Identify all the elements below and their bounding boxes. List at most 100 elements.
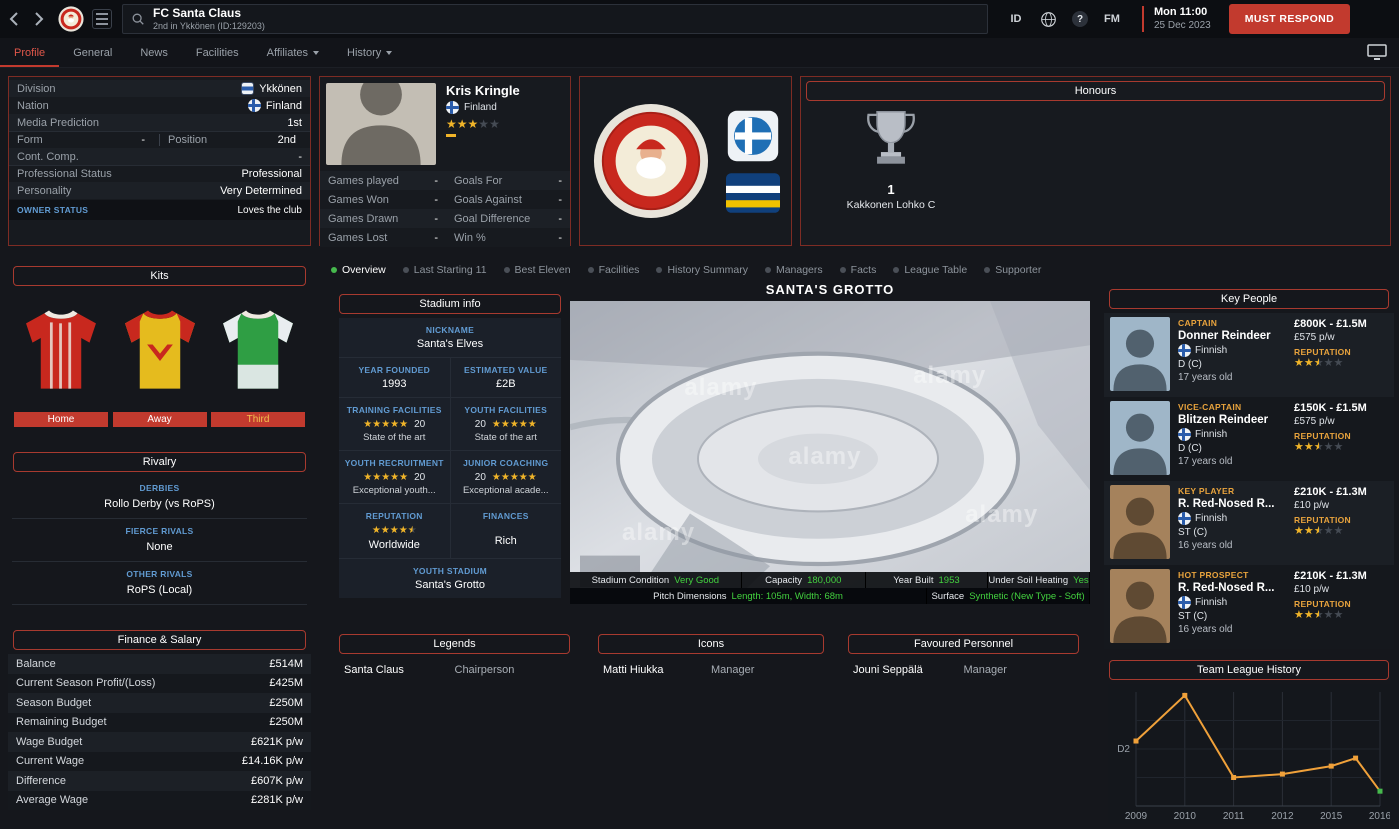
favoured-panel-header[interactable]: Favoured Personnel (848, 634, 1079, 654)
subnav-item[interactable]: Managers (765, 264, 823, 276)
key-person-row[interactable]: KEY PLAYER R. Red-Nosed R... Finnish ST … (1104, 481, 1394, 565)
subnav-item[interactable]: Facts (840, 264, 877, 276)
subnav-item[interactable]: League Table (893, 264, 967, 276)
subnav-item[interactable]: Best Eleven (504, 264, 571, 276)
key-person-wage: £10 p/w (1294, 584, 1388, 595)
personality-row: Personality Very Determined (9, 182, 310, 199)
stadium-info-header[interactable]: Stadium info (339, 294, 561, 314)
tab-general[interactable]: General (59, 38, 126, 67)
home-kit-jersey (15, 298, 107, 402)
subnav-label: Overview (342, 264, 386, 276)
kits-panel-header[interactable]: Kits (13, 266, 306, 286)
key-person-row[interactable]: HOT PROSPECT R. Red-Nosed R... Finnish S… (1104, 565, 1394, 649)
finance-panel-header[interactable]: Finance & Salary (13, 630, 306, 650)
subnav-item[interactable]: Overview (331, 264, 386, 276)
tab-history[interactable]: History (333, 38, 406, 67)
svg-text:D2: D2 (1117, 744, 1130, 755)
facilities-section: TRAINING FACILITIES ★★★★★20 State of the… (339, 398, 561, 451)
tab-general-label: General (73, 47, 112, 59)
tab-affiliates[interactable]: Affiliates (253, 38, 333, 67)
legend-name[interactable]: Santa Claus (344, 664, 455, 676)
finance-value: £250M (269, 716, 303, 728)
forward-button[interactable] (26, 0, 52, 38)
finance-label: Remaining Budget (16, 716, 107, 728)
club-search-box[interactable]: FC Santa Claus 2nd in Ykkönen (ID:129203… (122, 4, 988, 34)
youth-recruitment-stars: ★★★★★ (363, 471, 408, 483)
icon-name[interactable]: Matti Hiukka (603, 664, 711, 676)
subnav-label: Supporter (995, 264, 1041, 276)
subnav-dot-icon (504, 267, 510, 273)
quick-access-menu-icon[interactable] (92, 9, 112, 29)
key-people-header[interactable]: Key People (1109, 289, 1389, 309)
must-respond-button[interactable]: MUST RESPOND (1229, 4, 1350, 34)
finance-value: £621K p/w (251, 736, 303, 748)
tab-facilities[interactable]: Facilities (182, 38, 253, 67)
tab-profile-label: Profile (14, 47, 45, 59)
icons-panel-header[interactable]: Icons (598, 634, 824, 654)
reputation-stars: ★★★★★ (372, 524, 417, 536)
tab-bar: Profile General News Facilities Affiliat… (0, 38, 1399, 68)
finland-flag-icon (1178, 428, 1191, 441)
manager-name[interactable]: Kris Kringle (446, 83, 520, 98)
player-photo (1110, 569, 1170, 643)
form-label: Form (17, 134, 43, 146)
division-value[interactable]: Ykkönen (259, 83, 302, 95)
stadium-facts-row-1: Stadium Condition Very Good Capacity 180… (570, 572, 1090, 588)
finland-flag-icon (1178, 512, 1191, 525)
tab-profile[interactable]: Profile (0, 38, 59, 67)
manager-photo[interactable] (326, 83, 436, 165)
back-button[interactable] (0, 0, 26, 38)
key-person-position: D (C) (1178, 359, 1286, 370)
display-settings-icon[interactable] (1367, 38, 1399, 67)
finland-flag-icon (1178, 596, 1191, 609)
honours-panel: Honours 1 Kakkonen Lohko C (800, 76, 1391, 246)
finance-row: Current Season Profit/(Loss) £425M (8, 674, 311, 694)
stadium-fact: Capacity 180,000 (742, 572, 866, 588)
rivalry-value[interactable]: None (12, 536, 307, 562)
subnav-item[interactable]: Supporter (984, 264, 1041, 276)
fm-logo[interactable]: FM (1098, 5, 1126, 33)
key-person-position: ST (C) (1178, 611, 1286, 622)
nation-value[interactable]: Finland (266, 100, 302, 112)
rivalry-value[interactable]: RoPS (Local) (12, 579, 307, 605)
youth-facilities-num: 20 (475, 419, 486, 430)
kit-home-button[interactable]: Home (14, 412, 108, 427)
honours-entry[interactable]: 1 Kakkonen Lohko C (821, 105, 961, 211)
tab-news[interactable]: News (126, 38, 182, 67)
id-button[interactable]: ID (1002, 5, 1030, 33)
game-date: 25 Dec 2023 (1154, 20, 1211, 33)
svg-text:2011: 2011 (1223, 811, 1245, 822)
key-person-row[interactable]: VICE-CAPTAIN Blitzen Reindeer Finnish D … (1104, 397, 1394, 481)
training-num: 20 (414, 419, 425, 430)
subnav-item[interactable]: History Summary (656, 264, 748, 276)
key-person-row[interactable]: CAPTAIN Donner Reindeer Finnish D (C) 17… (1104, 313, 1394, 397)
favoured-name[interactable]: Jouni Seppälä (853, 664, 964, 676)
junior-coaching-desc: Exceptional acade... (451, 485, 562, 496)
help-button[interactable]: ? (1066, 5, 1094, 33)
chevron-down-icon (313, 51, 319, 55)
club-logo-icon[interactable] (58, 6, 84, 32)
league-history-header[interactable]: Team League History (1109, 660, 1389, 680)
subnav-dot-icon (656, 267, 662, 273)
subnav-item[interactable]: Facilities (588, 264, 640, 276)
rivalry-value[interactable]: Rollo Derby (vs RoPS) (12, 493, 307, 519)
rivalry-panel-header[interactable]: Rivalry (13, 452, 306, 472)
honours-panel-header[interactable]: Honours (806, 81, 1385, 101)
youth-stadium-value: Santa's Grotto (339, 579, 561, 591)
finance-row: Season Budget £250M (8, 693, 311, 713)
kit-third-button[interactable]: Third (211, 412, 305, 427)
youth-stadium-section: YOUTH STADIUM Santa's Grotto (339, 559, 561, 598)
nation-label: Nation (17, 100, 49, 112)
key-person-value: £800K - £1.5M (1294, 318, 1388, 330)
finance-value: £607K p/w (251, 775, 303, 787)
rivalry-panel: Rivalry DERBIES Rollo Derby (vs RoPS) FI… (8, 448, 311, 622)
world-icon[interactable] (1034, 5, 1062, 33)
subnav-item[interactable]: Last Starting 11 (403, 264, 487, 276)
kit-away-button[interactable]: Away (113, 412, 207, 427)
legends-panel-header[interactable]: Legends (339, 634, 570, 654)
tab-facilities-label: Facilities (196, 47, 239, 59)
junior-coaching-num: 20 (475, 472, 486, 483)
rivalry-section: DERBIES Rollo Derby (vs RoPS) (8, 476, 311, 519)
reputation-label: REPUTATION (1294, 431, 1388, 441)
stat-label: Games Won (328, 194, 406, 206)
